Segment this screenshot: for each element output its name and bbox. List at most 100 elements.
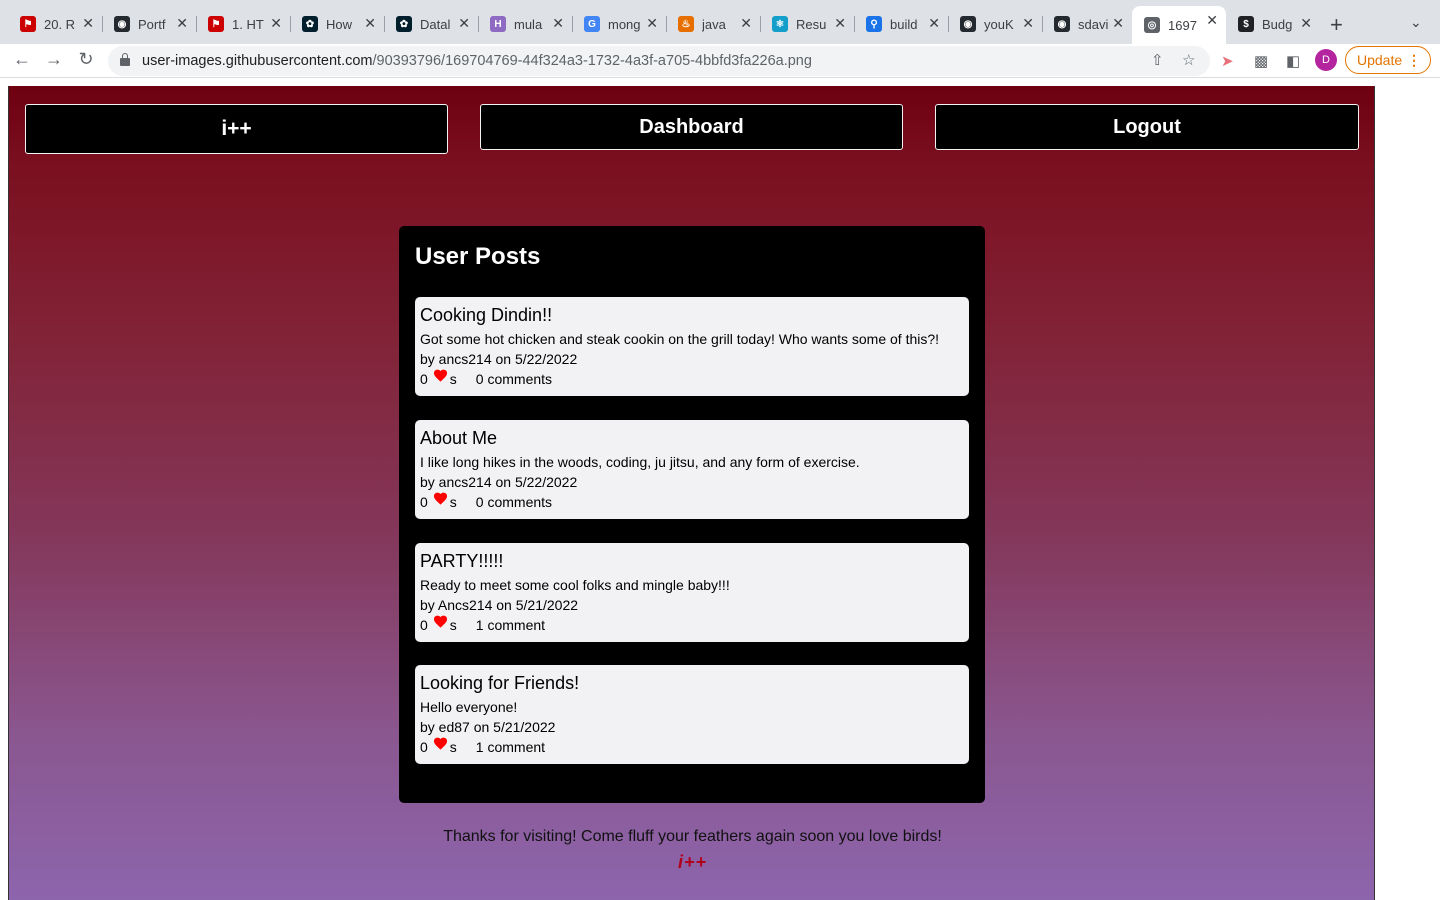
reload-icon[interactable]: ↻ (74, 49, 98, 70)
like-count: 0 (420, 494, 428, 510)
tab-label: mong (608, 16, 641, 32)
dashboard-button[interactable]: Dashboard (480, 104, 903, 150)
heart-icon[interactable] (433, 736, 448, 750)
close-tab-icon[interactable]: ✕ (270, 15, 282, 32)
post-stats: 0 s 0 comments (420, 492, 964, 512)
forward-arrow-icon[interactable]: → (42, 49, 66, 70)
close-tab-icon[interactable]: ✕ (834, 15, 846, 32)
tab-label: Resu (796, 16, 827, 32)
browser-tab[interactable]: ◉ Portf ✕ (102, 9, 196, 39)
share-icon[interactable]: ⇧ (1151, 51, 1164, 69)
tab-label: Datal (420, 16, 451, 32)
comment-count-link[interactable]: 0 comments (476, 369, 552, 389)
github-icon: ◉ (114, 16, 130, 32)
close-tab-icon[interactable]: ✕ (646, 15, 658, 32)
comment-count-link[interactable]: 0 comments (476, 492, 552, 512)
url-text[interactable]: user-images.githubusercontent.com/903937… (142, 53, 812, 69)
tab-label: Portf (138, 16, 166, 32)
post-title[interactable]: PARTY!!!!! (420, 550, 964, 572)
tab-label: youK (984, 16, 1014, 32)
browser-tab[interactable]: ⚛ Resu ✕ (760, 9, 854, 39)
bookmark-star-icon[interactable]: ☆ (1182, 51, 1195, 69)
close-tab-icon[interactable]: ✕ (740, 15, 752, 32)
heart-icon[interactable] (433, 368, 448, 382)
browser-tab[interactable]: ⚑ 20. R ✕ (8, 9, 102, 39)
close-tab-icon[interactable]: ✕ (928, 15, 940, 32)
close-tab-icon[interactable]: ✕ (82, 15, 94, 32)
like-suffix: s (449, 371, 457, 387)
page-viewport: i++ Dashboard Logout User Posts Cooking … (8, 86, 1375, 900)
close-tab-icon[interactable]: ✕ (458, 15, 470, 32)
comment-count-link[interactable]: 1 comment (476, 737, 545, 757)
address-bar[interactable]: user-images.githubusercontent.com/903937… (108, 46, 1210, 76)
comment-count-link[interactable]: 1 comment (476, 615, 545, 635)
close-tab-icon[interactable]: ✕ (1206, 12, 1218, 29)
post-body: Hello everyone! (420, 699, 518, 715)
new-tab-button[interactable]: + (1330, 12, 1343, 38)
more-menu-icon[interactable]: ⋮ (1407, 47, 1421, 73)
post-title[interactable]: About Me (420, 427, 964, 449)
post-stats: 0 s 1 comment (420, 615, 964, 635)
browser-tab[interactable]: ◉ youK ✕ (948, 9, 1042, 39)
mongodb-leaf-icon: ✿ (396, 16, 412, 32)
browser-tab[interactable]: ◎ 1697 ✕ (1132, 6, 1226, 44)
close-tab-icon[interactable]: ✕ (364, 15, 376, 32)
post-card[interactable]: Cooking Dindin!! Got some hot chicken and… (415, 297, 969, 396)
url-path: /90393796/169704769-44f324a3-1732-4a3f-a… (372, 53, 812, 69)
url-host: user-images.githubusercontent.com (142, 53, 373, 69)
post-body: I like long hikes in the woods, coding, … (420, 454, 860, 470)
browser-tab[interactable]: ✿ Datal ✕ (384, 9, 478, 39)
footer: Thanks for visiting! Come fluff your fea… (9, 828, 1374, 873)
post-title[interactable]: Looking for Friends! (420, 672, 964, 694)
post-title[interactable]: Cooking Dindin!! (420, 304, 964, 326)
github-icon: ◉ (960, 16, 976, 32)
user-posts-panel: User Posts Cooking Dindin!! Got some hot … (399, 226, 985, 803)
heart-icon[interactable] (433, 491, 448, 505)
like-count: 0 (420, 739, 428, 755)
lock-icon[interactable] (120, 53, 130, 66)
heart-icon[interactable] (433, 614, 448, 628)
tab-search-chevron-icon[interactable]: ⌄ (1410, 14, 1422, 31)
like-suffix: s (449, 494, 457, 510)
browser-tab[interactable]: ♨ java ✕ (666, 9, 760, 39)
post-card[interactable]: About Me I like long hikes in the woods, … (415, 420, 969, 519)
post-meta: by ancs214 on 5/22/2022 (420, 351, 578, 367)
browser-tab[interactable]: Gmong ✕ (572, 9, 666, 39)
extensions-puzzle-icon[interactable]: ▩ (1254, 52, 1268, 70)
browser-tab[interactable]: ⚑ 1. HT ✕ (196, 9, 290, 39)
tab-label: java (702, 16, 726, 32)
tab-label: 20. R (44, 16, 76, 32)
browser-tab[interactable]: $ Budg ✕ (1226, 9, 1320, 39)
close-tab-icon[interactable]: ✕ (1022, 15, 1034, 32)
github-icon: ◉ (1054, 16, 1070, 32)
post-stats: 0 s 0 comments (420, 369, 964, 389)
react-icon: ⚛ (772, 16, 788, 32)
browser-tab[interactable]: ◉ sdavi ✕ (1042, 9, 1132, 39)
close-tab-icon[interactable]: ✕ (552, 15, 564, 32)
close-tab-icon[interactable]: ✕ (176, 15, 188, 32)
side-panel-icon[interactable]: ◧ (1286, 52, 1300, 70)
browser-tab[interactable]: ⚲ build ✕ (854, 9, 948, 39)
close-tab-icon[interactable]: ✕ (1300, 15, 1312, 32)
update-button[interactable]: Update ⋮ (1345, 46, 1431, 74)
brand-logo-button[interactable]: i++ (25, 104, 448, 154)
money-bag-icon: $ (1238, 16, 1254, 32)
tab-label: How (326, 16, 353, 32)
close-tab-icon[interactable]: ✕ (1112, 15, 1124, 32)
profile-avatar[interactable]: D (1315, 49, 1337, 71)
google-icon: G (584, 16, 600, 32)
update-label: Update (1357, 52, 1403, 68)
post-body: Got some hot chicken and steak cookin on… (420, 331, 940, 347)
post-stats: 0 s 1 comment (420, 737, 964, 757)
back-arrow-icon[interactable]: ← (10, 49, 34, 70)
like-count: 0 (420, 371, 428, 387)
browser-tab[interactable]: Hmula ✕ (478, 9, 572, 39)
post-card[interactable]: PARTY!!!!! Ready to meet some cool folks … (415, 543, 969, 642)
post-card[interactable]: Looking for Friends! Hello everyone! by ed… (415, 665, 969, 764)
top-navigation: i++ Dashboard Logout (25, 104, 1359, 154)
java-icon: ♨ (678, 16, 694, 32)
globe-icon: ◎ (1144, 17, 1160, 33)
browser-tab[interactable]: ✿ How ✕ (290, 9, 384, 39)
logout-button[interactable]: Logout (935, 104, 1359, 150)
extension-arrow-icon[interactable]: ➤ (1221, 52, 1234, 70)
